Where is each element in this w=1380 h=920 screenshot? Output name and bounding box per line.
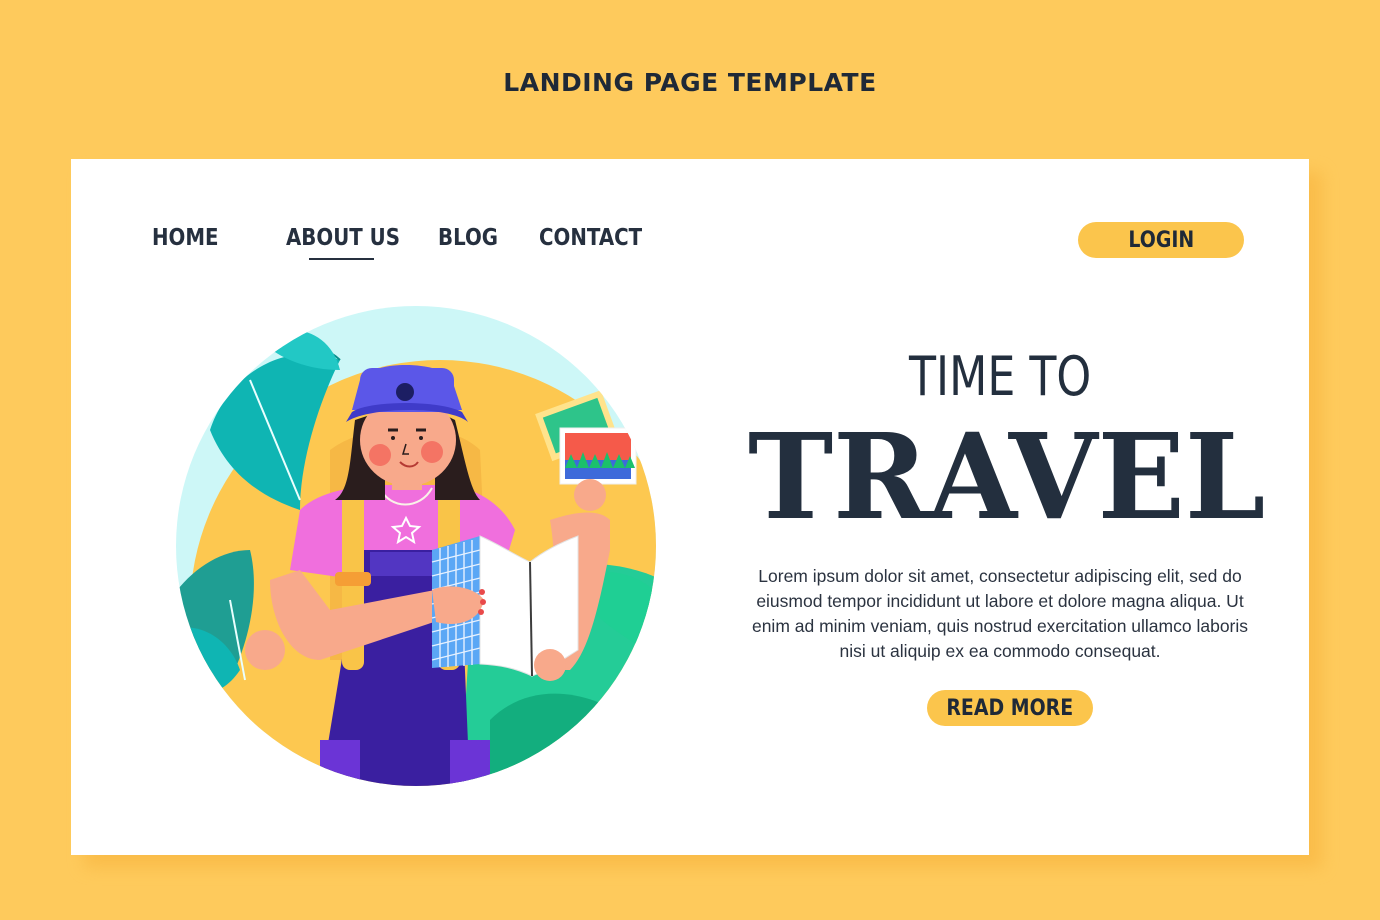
nav-home[interactable]: HOME (152, 225, 219, 251)
read-more-label: READ MORE (946, 695, 1074, 721)
photo-front (559, 427, 637, 485)
hero-title-text: TRAVEL (747, 407, 1266, 546)
nav-blog[interactable]: BLOG (438, 225, 498, 251)
nav-active-underline (309, 258, 374, 260)
nav-about-us[interactable]: ABOUT US (286, 225, 400, 251)
page-heading: LANDING PAGE TEMPLATE (503, 68, 877, 97)
login-button-label: LOGIN (1128, 227, 1194, 253)
read-more-button[interactable]: READ MORE (927, 690, 1093, 726)
hero-title: TRAVEL (740, 418, 1265, 536)
traveler-illustration (176, 306, 656, 786)
nav-contact[interactable]: CONTACT (539, 225, 642, 251)
login-button[interactable]: LOGIN (1078, 222, 1244, 258)
hero-subtitle: TIME TO (750, 350, 1250, 404)
hero-description: Lorem ipsum dolor sit amet, consectetur … (751, 566, 1249, 661)
hero-subtitle-text: TIME TO (908, 345, 1092, 408)
